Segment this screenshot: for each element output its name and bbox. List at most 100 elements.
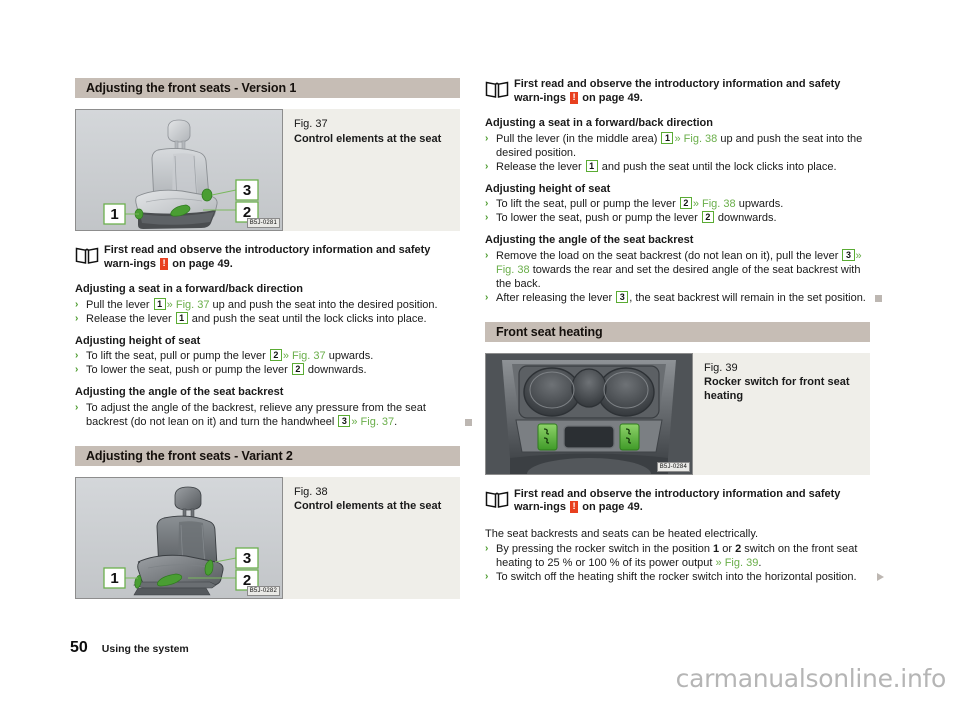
figure-cross-reference[interactable]: » Fig. 38	[674, 133, 717, 145]
figure-37-image: 1 3 2 B5J-0281	[75, 109, 283, 231]
item-text: Remove the load on the seat backrest (do…	[496, 249, 842, 262]
item-text: , the seat backrest will remain in the s…	[629, 291, 866, 304]
instruction-item: › Pull the lever (in the middle area) 1» …	[485, 131, 870, 160]
page-section-title: Using the system	[101, 643, 189, 655]
bullet-arrow-icon: ›	[485, 542, 489, 554]
figure-cross-reference[interactable]: » Fig. 37	[283, 350, 326, 362]
safety-note-text: First read and observe the introductory …	[104, 244, 431, 270]
watermark: carmanualsonline.info	[675, 664, 947, 693]
seat-illustration-light: 1 3 2	[76, 110, 282, 230]
item-reference-box: 2	[701, 211, 714, 223]
warning-badge-icon: !	[160, 257, 169, 270]
seat-illustration-dark: 1 3 2	[76, 477, 282, 598]
item-reference-box: 2	[269, 349, 282, 361]
item-text: and push the seat until the lock clicks …	[188, 312, 427, 325]
figure-38-number: Fig. 38	[294, 485, 328, 498]
warning-badge-icon: !	[570, 501, 579, 513]
instruction-item: › Pull the lever 1» Fig. 37 up and push t…	[75, 297, 460, 312]
item-reference-box: 1	[153, 297, 166, 310]
figure-38-image-code: B5J-0282	[246, 585, 280, 596]
item-text: To lift the seat, pull or pump the lever	[86, 350, 269, 362]
continuation-marker-icon	[877, 572, 884, 581]
svg-text:1: 1	[110, 570, 118, 587]
safety-note-text: First read and observe the introductory …	[514, 487, 841, 513]
section-header-variant-2: Adjusting the front seats - Variant 2	[75, 445, 460, 466]
heating-intro-text: The seat backrests and seats can be heat…	[485, 527, 759, 540]
safety-note-right-2: First read and observe the introductory …	[485, 488, 870, 515]
item-text: To lower the seat, push or pump the leve…	[496, 212, 701, 224]
item-text: To lift the seat, pull or pump the lever	[496, 198, 679, 210]
instruction-item: › To lower the seat, push or pump the lev…	[75, 363, 460, 377]
item-text: and push the seat until the lock clicks …	[598, 160, 837, 173]
figure-37-title: Control elements at the seat	[294, 132, 442, 145]
item-text: downwards.	[304, 364, 367, 376]
instruction-item: › To lift the seat, pull or pump the leve…	[75, 349, 460, 363]
figure-39-caption: Fig. 39 Rocker switch for front seat hea…	[693, 352, 870, 475]
item-text: Pull the lever (in the middle area)	[496, 132, 661, 145]
instruction-item: › To lift the seat, pull or pump the leve…	[485, 197, 870, 211]
item-text: .	[394, 415, 398, 428]
right-column: First read and observe the introductory …	[485, 78, 884, 584]
figure-37-number: Fig. 37	[294, 118, 328, 130]
instruction-group-heading: Adjusting height of seat	[485, 182, 611, 195]
figure-cross-reference[interactable]: » Fig. 37	[167, 299, 210, 311]
bullet-arrow-icon: ›	[485, 249, 489, 261]
bullet-arrow-icon: ›	[75, 364, 79, 375]
svg-text:1: 1	[110, 206, 118, 223]
item-text: downwards.	[714, 212, 777, 224]
callout-3: 3	[235, 179, 259, 201]
figure-38-title: Control elements at the seat	[294, 500, 442, 512]
figure-37-block: 1 3 2 B5J-0281 Fig. 37 Control elements …	[75, 109, 460, 231]
bullet-arrow-icon: ›	[485, 570, 489, 582]
instruction-item: › Release the lever 1 and push the seat u…	[485, 159, 870, 174]
figure-39-image-code: B5J-0284	[656, 461, 690, 472]
instruction-item: › To switch off the heating shift the roc…	[485, 570, 884, 584]
bullet-arrow-icon: ›	[75, 350, 79, 361]
item-reference-box: 1	[175, 311, 188, 324]
item-text: Release the lever	[496, 160, 585, 173]
item-reference-box: 3	[842, 248, 855, 261]
instruction-item: › To adjust the angle of the backrest, re…	[75, 401, 472, 429]
item-text: Pull the lever	[86, 298, 153, 311]
manual-page: Adjusting the front seats - Version 1 1 …	[0, 0, 960, 701]
item-text: or	[719, 542, 736, 555]
item-text: up and push the seat into the desired po…	[209, 298, 438, 311]
page-footer: 50 Using the system	[70, 639, 189, 657]
rocker-switch-right-icon	[619, 423, 640, 450]
figure-cross-reference[interactable]: » Fig. 37	[351, 416, 394, 428]
left-column: Adjusting the front seats - Version 1 1 …	[75, 78, 472, 612]
figure-cross-reference[interactable]: » Fig. 39	[716, 557, 759, 569]
figure-cross-reference[interactable]: » Fig. 38	[693, 198, 736, 210]
instruction-group-heading: Adjusting a seat in a forward/back direc…	[485, 117, 713, 129]
item-reference-box: 3	[616, 290, 629, 303]
figure-37-caption: Fig. 37 Control elements at the seat	[283, 109, 460, 231]
bullet-arrow-icon: ›	[75, 312, 79, 324]
bullet-arrow-icon: ›	[485, 291, 489, 303]
item-text: To switch off the heating shift the rock…	[496, 570, 857, 583]
item-text: Release the lever	[86, 312, 175, 325]
bullet-arrow-icon: ›	[485, 212, 489, 223]
safety-note-text: First read and observe the introductory …	[514, 78, 841, 104]
figure-39-block: B5J-0284 Fig. 39 Rocker switch for front…	[485, 352, 870, 475]
callout-1: 1	[103, 203, 126, 225]
instruction-item: › To lower the seat, push or pump the lev…	[485, 211, 870, 225]
bullet-arrow-icon: ›	[485, 198, 489, 209]
item-reference-box: 1	[585, 159, 598, 172]
callout-1: 1	[103, 566, 126, 589]
book-icon	[485, 78, 511, 104]
safety-note-right-1: First read and observe the introductory …	[485, 78, 870, 105]
bullet-arrow-icon: ›	[485, 132, 489, 144]
item-reference-box: 2	[679, 197, 692, 209]
safety-note-left-1: First read and observe the introductory …	[75, 244, 460, 271]
book-icon	[485, 488, 511, 514]
item-text: .	[758, 556, 762, 569]
figure-39-title: Rocker switch for front seat heating	[704, 376, 850, 402]
callout-3: 3	[235, 546, 259, 569]
figure-37-image-code: B5J-0281	[246, 218, 280, 228]
item-text: upwards.	[735, 198, 784, 210]
section-end-marker	[465, 418, 472, 426]
figure-38-image: 1 3 2 B5J-0282	[75, 476, 283, 599]
figure-38-caption: Fig. 38 Control elements at the seat	[283, 476, 460, 599]
item-reference-box: 1	[661, 131, 674, 144]
figure-38-block: 1 3 2 B5J-0282 Fig. 38 Control elements …	[75, 476, 460, 599]
